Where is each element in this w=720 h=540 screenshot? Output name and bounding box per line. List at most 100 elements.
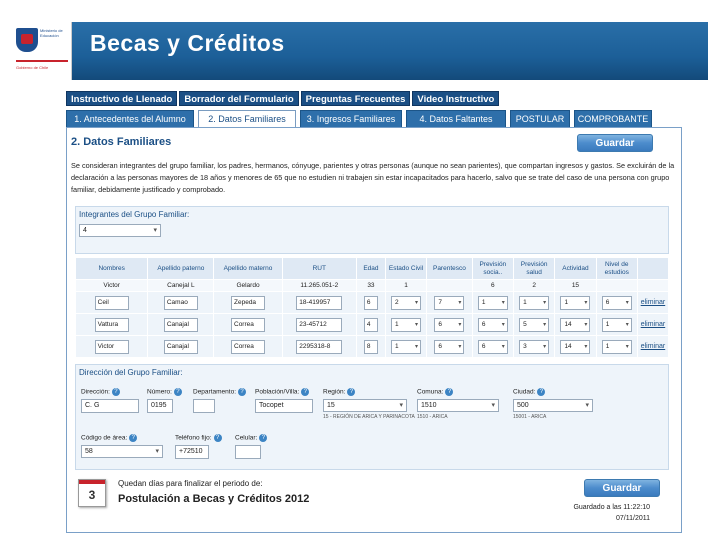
- eliminar-link[interactable]: eliminar: [641, 343, 666, 350]
- table-row: Victor Canejal L Gelardo 11.265.051-2 33…: [74, 279, 670, 292]
- calendar-icon: 3: [78, 479, 106, 507]
- tab-datos-familiares[interactable]: 2. Datos Familiares: [198, 110, 296, 127]
- comuna-hint: 1510 - ARICA: [417, 414, 448, 420]
- nav-borrador[interactable]: Borrador del Formulario: [179, 91, 299, 106]
- integrantes-label: Integrantes del Grupo Familiar:: [79, 210, 190, 219]
- celular-label: Celular:: [235, 434, 258, 442]
- step-tabs: 1. Antecedentes del Alumno 2. Datos Fami…: [66, 110, 652, 127]
- saved-time: Guardado a las 11:22:10: [573, 504, 650, 511]
- tab-ingresos[interactable]: 3. Ingresos Familiares: [300, 110, 402, 127]
- rut-input[interactable]: 18-419957: [296, 295, 343, 310]
- nombre-input[interactable]: Victor: [94, 339, 129, 354]
- rut-input[interactable]: 2295318-8: [296, 339, 343, 354]
- actividad-select[interactable]: 14: [560, 339, 591, 354]
- col-rut: RUT: [281, 257, 357, 280]
- col-parentesco: Parentesco: [426, 257, 473, 280]
- tab-comprobante[interactable]: COMPROBANTE: [574, 110, 652, 127]
- prev-salud-select[interactable]: 1: [519, 295, 550, 310]
- parentesco-select[interactable]: 6: [434, 317, 465, 332]
- table-row: Victor Canajal Correa 2295318-8 8 1 6 6 …: [74, 335, 670, 358]
- parentesco-select[interactable]: 6: [434, 339, 465, 354]
- col-nombres: Nombres: [74, 257, 149, 280]
- deadline-footer: 3 Quedan días para finalizar el periodo …: [74, 472, 684, 532]
- parentesco-select[interactable]: 7: [434, 295, 465, 310]
- prev-salud-select[interactable]: 5: [519, 317, 550, 332]
- nivel-estudios-select[interactable]: 6: [601, 295, 632, 310]
- materno-input[interactable]: Correa: [231, 339, 265, 354]
- numero-label: Número:: [147, 388, 172, 396]
- help-icon[interactable]: ?: [347, 388, 356, 396]
- save-button-bottom[interactable]: Guardar: [584, 479, 660, 497]
- ciudad-select[interactable]: 500: [513, 399, 593, 412]
- help-icon[interactable]: ?: [129, 434, 138, 442]
- materno-input[interactable]: Correa: [231, 317, 265, 332]
- deadline-text: Quedan días para finalizar el periodo de…: [118, 479, 263, 488]
- help-icon[interactable]: ?: [173, 388, 182, 396]
- nombre-input[interactable]: Ceil: [94, 295, 129, 310]
- nivel-estudios-select[interactable]: 1: [601, 339, 632, 354]
- estado-civil-select[interactable]: 1: [391, 317, 422, 332]
- eliminar-link[interactable]: eliminar: [641, 321, 666, 328]
- direccion-input[interactable]: C. G: [81, 399, 139, 413]
- ciudad-hint: 15001 - ARICA: [513, 414, 547, 420]
- numero-input[interactable]: 0195: [147, 399, 173, 413]
- eliminar-link[interactable]: eliminar: [641, 299, 666, 306]
- paterno-input[interactable]: Canajal: [163, 339, 198, 354]
- col-paterno: Apellido paterno: [147, 257, 215, 280]
- tab-antecedentes[interactable]: 1. Antecedentes del Alumno: [66, 110, 194, 127]
- nav-video[interactable]: Video Instructivo: [412, 91, 500, 106]
- celular-input[interactable]: [235, 445, 261, 459]
- actividad-select[interactable]: 14: [560, 317, 591, 332]
- col-edad: Edad: [355, 257, 386, 280]
- col-action: [636, 257, 670, 280]
- family-table: Nombres Apellido paterno Apellido matern…: [74, 257, 670, 358]
- help-icon[interactable]: ?: [213, 434, 222, 442]
- estado-civil-select[interactable]: 1: [391, 339, 422, 354]
- integrantes-select[interactable]: 4: [79, 224, 161, 237]
- help-icon[interactable]: ?: [301, 388, 310, 396]
- save-button-top[interactable]: Guardar: [577, 134, 653, 152]
- prev-salud-select[interactable]: 3: [519, 339, 550, 354]
- help-icon[interactable]: ?: [445, 388, 454, 396]
- help-icon[interactable]: ?: [537, 388, 546, 396]
- period-title: Postulación a Becas y Créditos 2012: [118, 493, 310, 505]
- departamento-label: Departamento:: [193, 388, 236, 396]
- materno-input[interactable]: Zepeda: [231, 295, 265, 310]
- paterno-input[interactable]: Canajal: [163, 317, 198, 332]
- col-nivel-estudios: Nivel de estudios: [595, 257, 638, 280]
- estado-civil-select[interactable]: 2: [391, 295, 422, 310]
- help-icon[interactable]: ?: [238, 388, 246, 396]
- nombre-input[interactable]: Vattura: [94, 317, 129, 332]
- comuna-select[interactable]: 1510: [417, 399, 499, 412]
- prev-social-select[interactable]: 1: [477, 295, 508, 310]
- help-icon[interactable]: ?: [111, 388, 120, 396]
- help-icon[interactable]: ?: [259, 434, 268, 442]
- departamento-input[interactable]: [193, 399, 215, 413]
- ciudad-label: Ciudad:: [513, 388, 536, 396]
- paterno-input[interactable]: Camao: [163, 295, 198, 310]
- codigo-area-select[interactable]: 58: [81, 445, 163, 458]
- logo-footer: Gobierno de Chile: [16, 65, 49, 70]
- edad-input[interactable]: 8: [363, 339, 378, 354]
- nivel-estudios-select[interactable]: 1: [601, 317, 632, 332]
- col-prev-salud: Previsión salud: [512, 257, 556, 280]
- col-estado-civil: Estado Civil: [384, 257, 428, 280]
- rut-input[interactable]: 23-45712: [296, 317, 343, 332]
- nav-instructivo[interactable]: Instructivo de Llenado: [66, 91, 178, 106]
- table-row: Ceil Camao Zepeda 18-419957 6 2 7 1 1 1 …: [74, 291, 670, 314]
- region-select[interactable]: 15: [323, 399, 407, 412]
- codigo-area-label: Código de área:: [81, 434, 128, 442]
- prev-social-select[interactable]: 6: [477, 339, 508, 354]
- saved-status: Guardado a las 11:22:10 07/11/2011: [573, 502, 650, 524]
- actividad-select[interactable]: 1: [560, 295, 591, 310]
- prev-social-select[interactable]: 6: [477, 317, 508, 332]
- tab-postular[interactable]: POSTULAR: [510, 110, 570, 127]
- col-prev-social: Previsión socia..: [471, 257, 514, 280]
- edad-input[interactable]: 4: [363, 317, 378, 332]
- tab-datos-faltantes[interactable]: 4. Datos Faltantes: [406, 110, 506, 127]
- ministry-logo: Ministerio de Educación Gobierno de Chil…: [12, 22, 72, 80]
- edad-input[interactable]: 6: [363, 295, 378, 310]
- nav-preguntas[interactable]: Preguntas Frecuentes: [300, 91, 411, 106]
- poblacion-input[interactable]: Tocopet: [255, 399, 313, 413]
- telefono-input[interactable]: +72510: [175, 445, 209, 459]
